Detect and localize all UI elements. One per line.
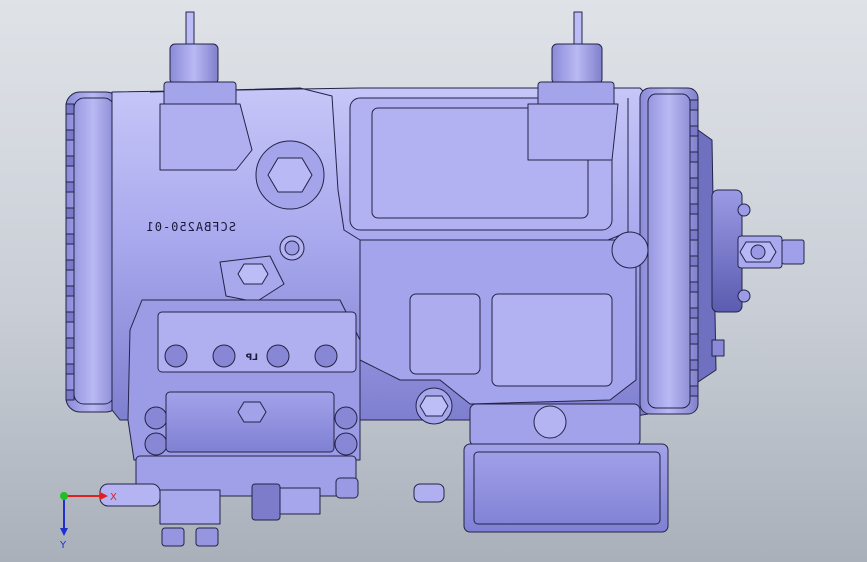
terminal-box [463, 403, 669, 533]
lp-cover-block [127, 299, 361, 461]
bottom-fittings [99, 455, 445, 547]
hex-plug [255, 140, 325, 210]
lp-port-label: LP [245, 353, 258, 363]
y-axis-label: Y [59, 540, 67, 551]
rear-motor-cover [697, 129, 805, 383]
compressor-model[interactable]: SCFBA250-01 LP X Y [0, 0, 867, 562]
x-axis-label: X [110, 492, 117, 503]
z-axis-arrowhead [60, 528, 68, 536]
right-end-flange [639, 87, 699, 415]
cad-viewport[interactable]: SCFBA250-01 LP X Y [0, 0, 867, 562]
y-axis-dot [60, 492, 68, 500]
right-service-valve [527, 11, 619, 161]
part-marking: SCFBA250-01 [146, 220, 236, 234]
